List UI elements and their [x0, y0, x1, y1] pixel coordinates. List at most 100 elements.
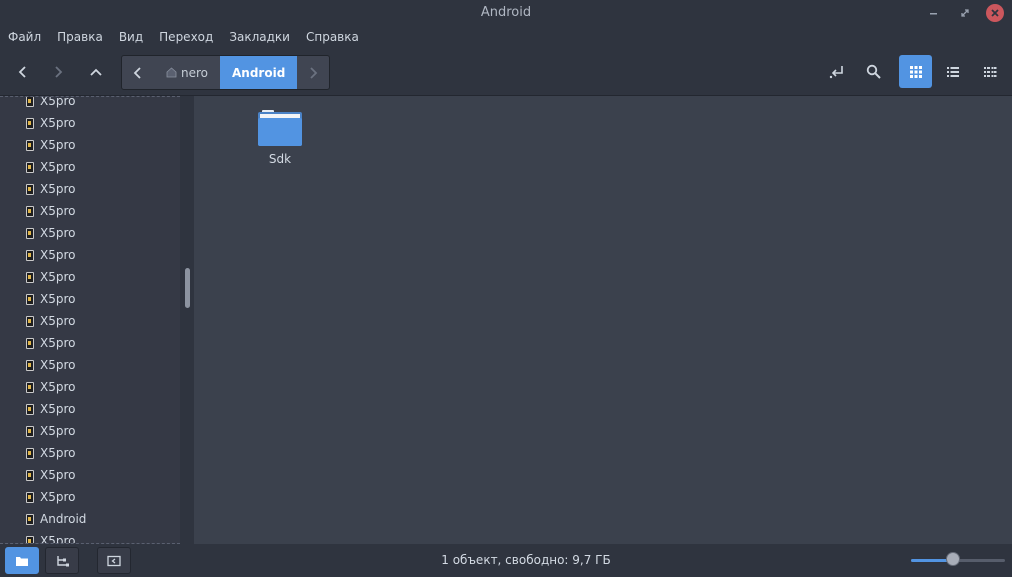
sidebar-item-label: X5pro [40, 292, 76, 306]
sidebar-item-label: Android [40, 512, 87, 526]
sidebar-device-item[interactable]: Android [26, 508, 86, 530]
list-view-icon [946, 66, 959, 77]
device-icon [26, 183, 34, 195]
sidebar-item-label: X5pro [40, 160, 76, 174]
sidebar-device-item[interactable]: X5pro [26, 398, 75, 420]
sidebar-item-label: X5pro [40, 424, 76, 438]
device-icon [26, 359, 34, 371]
file-view: Sdk [194, 96, 1012, 544]
sidebar-device-item[interactable]: X5pro [26, 156, 75, 178]
path-scroll-right[interactable] [297, 56, 329, 89]
sidebar-item-label: X5pro [40, 380, 76, 394]
device-icon [26, 271, 34, 283]
sidebar-item-label: X5pro [40, 270, 76, 284]
sidebar-item-label: X5pro [40, 96, 76, 108]
device-icon [26, 381, 34, 393]
sidebar-device-item[interactable]: X5pro [26, 244, 75, 266]
menu-edit[interactable]: Правка [49, 27, 111, 49]
path-segment-home[interactable]: nero [154, 56, 220, 89]
sidebar-item-label: X5pro [40, 182, 76, 196]
sidebar-device-item[interactable]: X5pro [26, 288, 75, 310]
device-icon [26, 117, 34, 129]
folder-item[interactable]: Sdk [256, 108, 304, 166]
sidebar-item-label: X5pro [40, 534, 76, 544]
window-title: Android [480, 5, 532, 20]
grid-view-icon [909, 65, 922, 78]
restore-icon [961, 9, 969, 17]
folder-icon [258, 110, 302, 146]
sidebar-item-label: X5pro [40, 402, 76, 416]
device-icon [26, 293, 34, 305]
device-icon [26, 337, 34, 349]
sidebar-device-item[interactable]: X5pro [26, 178, 75, 200]
sidebar-item-label: X5pro [40, 446, 76, 460]
chevron-up-icon [90, 68, 102, 76]
sidebar-item-label: X5pro [40, 248, 76, 262]
chevron-right-icon [55, 66, 63, 78]
compact-view-icon [983, 66, 996, 77]
menu-go[interactable]: Переход [151, 27, 221, 49]
chevron-left-icon [18, 66, 26, 78]
device-icon [26, 205, 34, 217]
sidebar-item-label: X5pro [40, 468, 76, 482]
home-icon [166, 67, 177, 78]
close-button[interactable] [986, 4, 1004, 22]
search-icon [866, 64, 881, 79]
up-button[interactable] [81, 57, 111, 87]
close-icon [991, 9, 999, 17]
device-icon [26, 491, 34, 503]
device-icon [26, 469, 34, 481]
sidebar-item-label: X5pro [40, 138, 76, 152]
sidebar-device-item[interactable]: X5pro [26, 530, 76, 544]
menu-help[interactable]: Справка [298, 27, 367, 49]
sidebar-device-item[interactable]: X5pro [26, 96, 76, 112]
sidebar-item-label: X5pro [40, 204, 76, 218]
forward-button[interactable] [43, 57, 73, 87]
sidebar-item-label: X5pro [40, 226, 76, 240]
device-icon [26, 447, 34, 459]
sidebar-device-item[interactable]: X5pro [26, 420, 75, 442]
sidebar: X5pro X5pro X5pro X5pro X5pro X5pro X5pro X5pro… [0, 96, 180, 544]
minimize-button[interactable] [925, 4, 943, 22]
device-icon [26, 97, 34, 107]
menu-file[interactable]: Файл [0, 27, 49, 49]
path-segment-current[interactable]: Android [220, 56, 298, 89]
sidebar-device-item[interactable]: X5pro [26, 376, 75, 398]
device-icon [26, 315, 34, 327]
maximize-button[interactable] [956, 4, 974, 22]
sidebar-device-item[interactable]: X5pro [26, 486, 75, 508]
sidebar-device-item[interactable]: X5pro [26, 112, 75, 134]
sidebar-device-item[interactable]: X5pro [26, 464, 75, 486]
location-toggle-button[interactable] [820, 55, 853, 88]
device-icon [26, 535, 34, 543]
sidebar-device-item[interactable]: X5pro [26, 332, 75, 354]
title-bar: Android [0, 0, 1012, 27]
menu-view[interactable]: Вид [111, 27, 151, 49]
chevron-right-icon [310, 66, 318, 79]
sidebar-item-label: X5pro [40, 336, 76, 350]
scrollbar-thumb[interactable] [185, 268, 190, 308]
menu-bookmarks[interactable]: Закладки [221, 27, 298, 49]
sidebar-scrollbar[interactable] [180, 96, 194, 544]
sidebar-device-item[interactable]: X5pro [26, 442, 75, 464]
sidebar-device-item[interactable]: X5pro [26, 310, 75, 332]
icon-view-button[interactable] [899, 55, 932, 88]
path-scroll-left[interactable] [122, 56, 154, 89]
sidebar-item-label: X5pro [40, 314, 76, 328]
sidebar-item-label: X5pro [40, 116, 76, 130]
sidebar-device-item[interactable]: X5pro [26, 200, 75, 222]
back-button[interactable] [8, 57, 38, 87]
device-icon [26, 425, 34, 437]
list-view-button[interactable] [936, 55, 969, 88]
sidebar-item-label: X5pro [40, 358, 76, 372]
sidebar-device-item[interactable]: X5pro [26, 222, 75, 244]
compact-view-button[interactable] [973, 55, 1006, 88]
sidebar-item-label: X5pro [40, 490, 76, 504]
status-bar: 1 объект, свободно: 9,7 ГБ [0, 544, 1012, 577]
enter-location-icon [829, 65, 843, 78]
sidebar-device-item[interactable]: X5pro [26, 266, 75, 288]
sidebar-device-item[interactable]: X5pro [26, 354, 75, 376]
sidebar-device-item[interactable]: X5pro [26, 134, 75, 156]
device-icon [26, 249, 34, 261]
search-button[interactable] [857, 55, 890, 88]
